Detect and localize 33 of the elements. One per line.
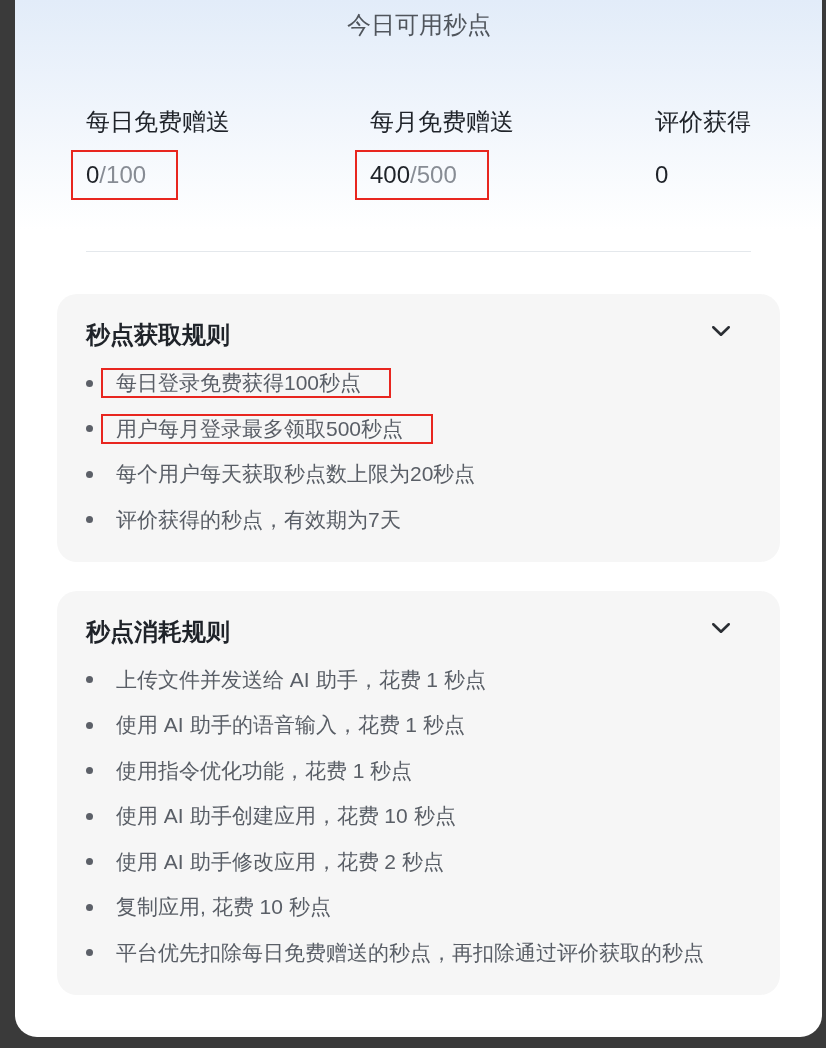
rule-text: 评价获得的秒点，有效期为7天 [116, 506, 401, 533]
bullet-icon [86, 721, 93, 729]
stat-value: 400/500 [370, 160, 457, 190]
bullet-icon [86, 812, 93, 820]
stat-label: 每月免费赠送 [370, 107, 514, 137]
section-title: 秒点获取规则 [86, 320, 230, 350]
bullet-icon [86, 379, 93, 387]
stat-value: 0/100 [86, 160, 147, 190]
bullet-icon [86, 949, 93, 956]
bullet-icon [86, 676, 93, 683]
bullet-icon [86, 425, 93, 432]
bullet-icon [86, 767, 93, 774]
bullet-icon [86, 858, 93, 865]
dialog-title: 今日可用秒点 [346, 10, 491, 40]
rule-text: 使用指令优化功能，花费 1 秒点 [116, 757, 413, 784]
rule-text: 使用 AI 助手的语音输入，花费 1 秒点 [116, 712, 465, 738]
chevron-down-icon[interactable] [712, 326, 730, 336]
stat-label: 每日免费赠送 [86, 107, 230, 137]
bullet-icon [86, 470, 93, 478]
rule-text: 复制应用, 花费 10 秒点 [116, 894, 331, 920]
rule-text: 用户每月登录最多领取500秒点 [116, 415, 404, 442]
chevron-down-icon[interactable] [712, 622, 730, 633]
rule-text: 平台优先扣除每日免费赠送的秒点，再扣除通过评价获取的秒点 [116, 939, 704, 966]
rule-text: 上传文件并发送给 AI 助手，花费 1 秒点 [116, 666, 486, 693]
section-title: 秒点消耗规则 [86, 616, 230, 647]
stat-value: 0 [655, 160, 669, 190]
bullet-icon [86, 516, 93, 523]
rule-text: 使用 AI 助手修改应用，花费 2 秒点 [116, 848, 444, 875]
rule-text: 使用 AI 助手创建应用，花费 10 秒点 [116, 803, 456, 829]
stat-label: 评价获得 [655, 107, 751, 137]
bullet-icon [86, 903, 93, 911]
rule-text: 每日登录免费获得100秒点 [116, 370, 362, 396]
rule-text: 每个用户每天获取秒点数上限为20秒点 [116, 461, 476, 487]
